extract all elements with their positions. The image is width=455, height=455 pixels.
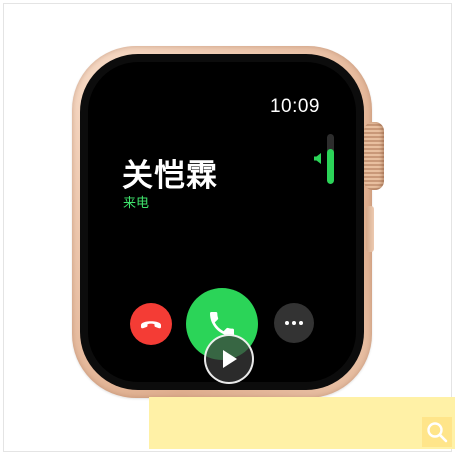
digital-crown <box>364 122 384 190</box>
clock-time: 10:09 <box>269 96 320 117</box>
decline-button[interactable] <box>130 303 172 345</box>
video-play-button[interactable] <box>204 334 254 384</box>
search-icon <box>427 422 448 443</box>
play-icon <box>223 350 237 368</box>
speaker-icon <box>314 153 321 164</box>
volume-indicator[interactable] <box>314 134 334 184</box>
caller-name: 关恺霖 <box>122 158 218 194</box>
side-button <box>366 206 374 252</box>
volume-track <box>327 134 334 184</box>
more-options-button[interactable] <box>274 303 314 343</box>
phone-hangup-icon <box>141 321 161 329</box>
yellow-banner <box>149 397 455 449</box>
call-status: 来电 <box>123 196 150 211</box>
volume-fill <box>327 149 334 184</box>
ellipsis-icon <box>285 321 303 325</box>
search-button[interactable] <box>422 417 452 447</box>
